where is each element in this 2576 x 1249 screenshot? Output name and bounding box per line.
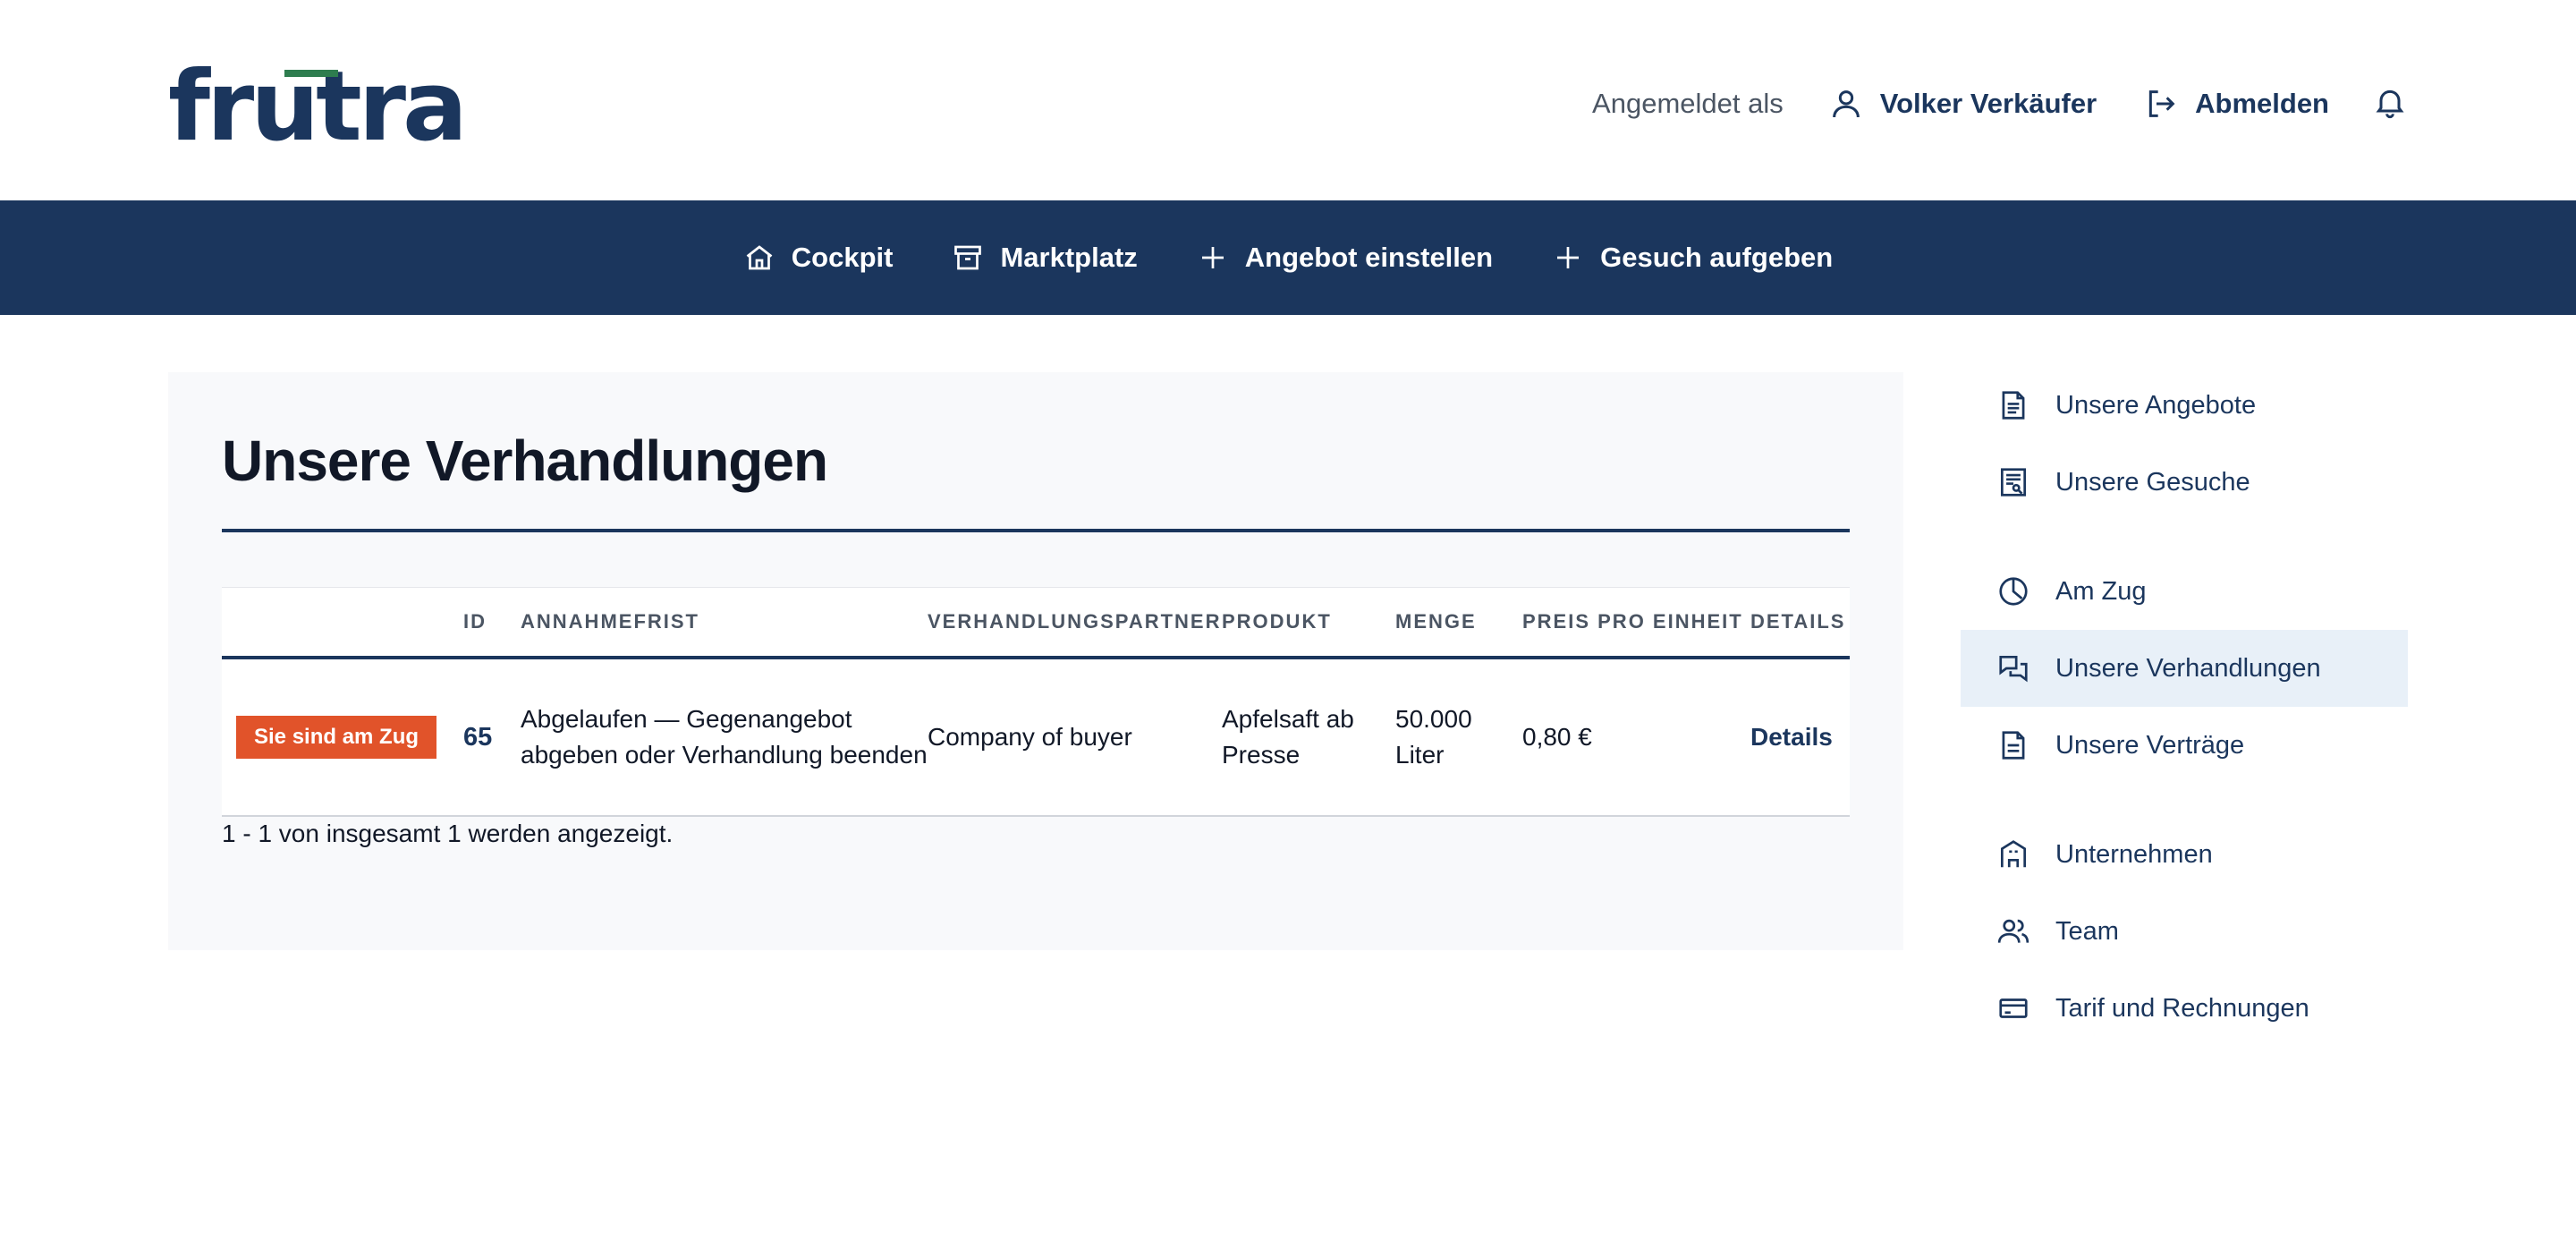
user-profile-link[interactable]: Volker Verkäufer	[1828, 86, 2097, 122]
header-produkt: Produkt	[1222, 610, 1332, 633]
credit-card-icon	[1999, 998, 2028, 1018]
notifications-button[interactable]	[2372, 84, 2408, 124]
negotiations-table: ID Annahmefrist Verhandlungspartner Prod…	[222, 587, 1850, 817]
logout-label: Abmelden	[2195, 88, 2329, 119]
header-partner: Verhandlungspartner	[928, 610, 1222, 633]
row-annahmefrist: Abgelaufen — Gegenangebot abgeben oder V…	[521, 705, 928, 769]
sidebar-item-vertraege[interactable]: Unsere Verträge	[1961, 707, 2408, 784]
sidebar-item-label: Unsere Gesuche	[2055, 467, 2250, 497]
nav-angebot-einstellen[interactable]: Angebot einstellen	[1197, 242, 1493, 274]
sidebar-item-label: Unsere Verträge	[2055, 730, 2245, 760]
frutra-logo[interactable]: frutra	[168, 59, 468, 156]
sidebar-item-tarif[interactable]: Tarif und Rechnungen	[1961, 970, 2408, 1047]
document-search-icon	[2000, 468, 2027, 497]
clock-icon	[1999, 577, 2028, 606]
plus-icon	[1557, 247, 1580, 268]
row-menge: 50.000 Liter	[1395, 705, 1472, 769]
sidebar-item-unternehmen[interactable]: Unternehmen	[1961, 816, 2408, 893]
sidebar-item-label: Unsere Verhandlungen	[2055, 653, 2321, 683]
logout-link[interactable]: Abmelden	[2143, 86, 2329, 122]
team-icon	[1997, 919, 2029, 943]
archive-icon	[954, 245, 982, 270]
row-produkt: Apfelsaft ab Presse	[1222, 705, 1354, 769]
row-partner: Company of buyer	[928, 723, 1132, 751]
plus-icon	[1201, 247, 1224, 268]
sidebar-item-label: Unsere Angebote	[2055, 390, 2257, 420]
sidebar-menu: Unsere Angebote Unsere Gesuche Am Zug Un…	[1961, 367, 2408, 1047]
sidebar-item-gesuche[interactable]: Unsere Gesuche	[1961, 444, 2408, 521]
title-divider	[222, 529, 1850, 532]
bell-icon	[2376, 89, 2404, 118]
sidebar-item-angebote[interactable]: Unsere Angebote	[1961, 367, 2408, 444]
building-icon	[2000, 840, 2027, 868]
sidebar-item-label: Team	[2055, 916, 2119, 946]
nav-angebot-label: Angebot einstellen	[1244, 242, 1494, 273]
sidebar-item-am-zug[interactable]: Am Zug	[1961, 553, 2408, 630]
nav-gesuch-label: Gesuch aufgeben	[1600, 242, 1834, 273]
chat-icon	[1999, 655, 2028, 683]
nav-marktplatz-label: Marktplatz	[1000, 242, 1138, 273]
nav-marktplatz[interactable]: Marktplatz	[952, 242, 1138, 274]
site-header: frutra Angemeldet als Volker Verkäufer A…	[0, 0, 2576, 200]
details-link[interactable]: Details	[1750, 723, 1833, 751]
nav-cockpit[interactable]: Cockpit	[743, 242, 894, 274]
sidebar-item-label: Tarif und Rechnungen	[2055, 993, 2309, 1023]
user-name: Volker Verkäufer	[1879, 88, 2097, 119]
contract-icon	[2002, 731, 2025, 760]
row-preis: 0,80 €	[1522, 723, 1592, 751]
document-icon	[2002, 391, 2025, 420]
table-row[interactable]: Sie sind am Zug 65 Abgelaufen — Gegenang…	[222, 659, 1850, 817]
sidebar-item-label: Unternehmen	[2055, 839, 2213, 869]
header-annahmefrist: Annahmefrist	[521, 610, 699, 633]
nav-cockpit-label: Cockpit	[791, 242, 894, 273]
table-header: ID Annahmefrist Verhandlungspartner Prod…	[222, 588, 1850, 659]
home-icon	[746, 245, 773, 270]
header-id: ID	[463, 610, 487, 633]
row-id[interactable]: 65	[463, 723, 492, 752]
sidebar-item-team[interactable]: Team	[1961, 893, 2408, 970]
status-badge: Sie sind am Zug	[236, 716, 437, 759]
sidebar-item-verhandlungen[interactable]: Unsere Verhandlungen	[1961, 630, 2408, 707]
sidebar-item-label: Am Zug	[2055, 576, 2147, 606]
logo-text: frutra	[168, 51, 468, 163]
header-menge: Menge	[1395, 610, 1477, 633]
logout-icon	[2148, 90, 2175, 117]
header-details: Details	[1750, 610, 1846, 633]
nav-gesuch-aufgeben[interactable]: Gesuch aufgeben	[1552, 242, 1833, 274]
header-preis: Preis pro Einheit	[1522, 610, 1743, 633]
main-navigation: Cockpit Marktplatz Angebot einstellen Ge…	[0, 200, 2576, 315]
negotiations-panel: Unsere Verhandlungen ID Annahmefrist Ver…	[168, 372, 1903, 950]
user-area: Angemeldet als Volker Verkäufer Abmelden	[1592, 77, 2408, 131]
user-icon	[1832, 90, 1860, 118]
logo-accent-bar	[284, 70, 338, 77]
pagination-summary: 1 - 1 von insgesamt 1 werden angezeigt.	[222, 820, 674, 847]
logged-in-label: Angemeldet als	[1592, 88, 1784, 119]
page-title: Unsere Verhandlungen	[222, 429, 828, 493]
